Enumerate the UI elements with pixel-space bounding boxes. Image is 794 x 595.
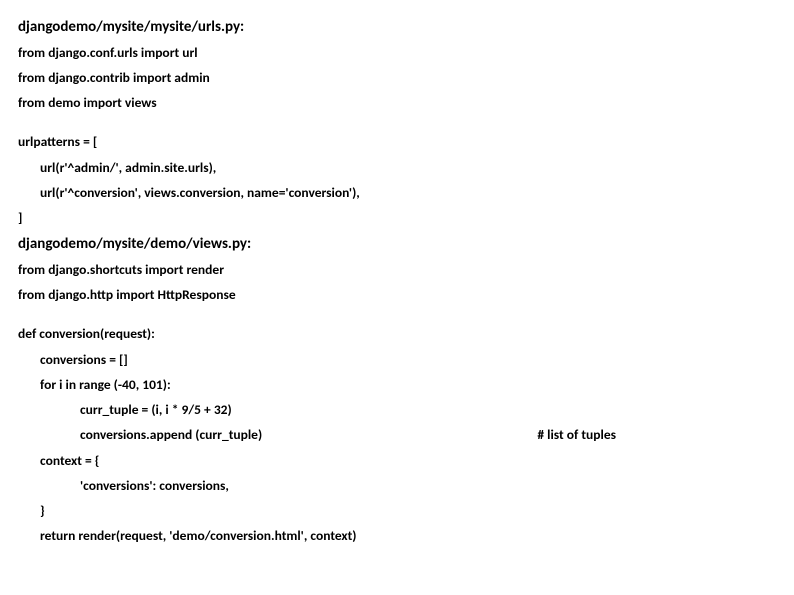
code-line: from django.shortcuts import render (18, 260, 776, 280)
code-line: from django.contrib import admin (18, 68, 776, 88)
code-comment: # list of tuples (537, 425, 776, 445)
code-line: for i in range (-40, 101): (18, 375, 776, 395)
code-line: curr_tuple = (i, i * 9/5 + 32) (18, 400, 776, 420)
code-line: } (18, 501, 776, 521)
blank-line (18, 118, 776, 132)
code-line: def conversion(request): (18, 324, 776, 344)
code-line: conversions.append (curr_tuple) # list o… (18, 425, 776, 445)
code-line: from demo import views (18, 93, 776, 113)
code-line: return render(request, 'demo/conversion.… (18, 526, 776, 546)
code-line: 'conversions': conversions, (18, 476, 776, 496)
views-file-heading: djangodemo/mysite/demo/views.py: (18, 233, 776, 256)
urls-file-heading: djangodemo/mysite/mysite/urls.py: (18, 16, 776, 39)
code-line: from django.conf.urls import url (18, 43, 776, 63)
code-line: context = { (18, 451, 776, 471)
code-line: ] (18, 208, 776, 228)
code-line: urlpatterns = [ (18, 132, 776, 152)
code-line: url(r'^admin/', admin.site.urls), (18, 158, 776, 178)
code-line: url(r'^conversion', views.conversion, na… (18, 183, 776, 203)
code-line: from django.http import HttpResponse (18, 285, 776, 305)
code-text: conversions.append (curr_tuple) (80, 425, 262, 445)
blank-line (18, 310, 776, 324)
code-line: conversions = [] (18, 350, 776, 370)
